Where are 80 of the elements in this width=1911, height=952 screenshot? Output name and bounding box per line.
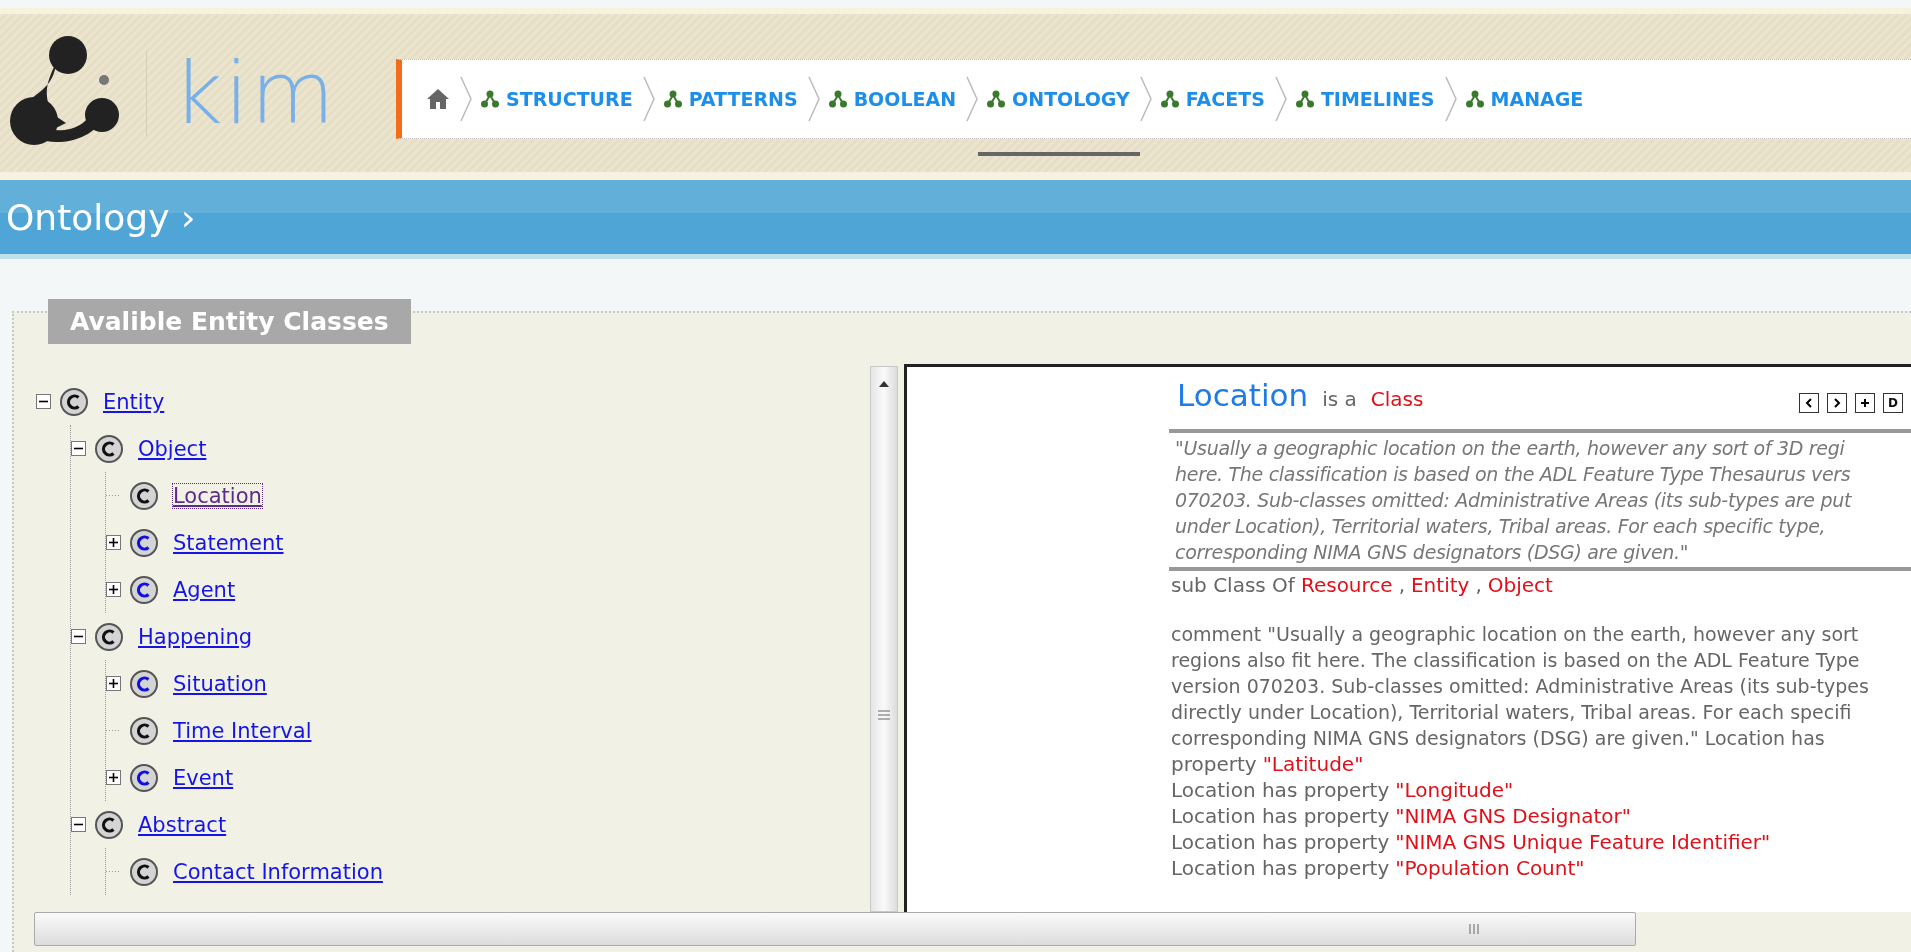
- chevron-icon: [642, 76, 655, 122]
- molecule-icon: [1294, 89, 1315, 109]
- next-button[interactable]: [1827, 393, 1847, 413]
- previous-button[interactable]: [1799, 393, 1819, 413]
- separator: ,: [1398, 572, 1405, 599]
- property-value: "NIMA GNS Designator": [1395, 803, 1631, 829]
- details-button[interactable]: D: [1883, 393, 1903, 413]
- class-link[interactable]: Location: [173, 483, 262, 508]
- property-label: Location has property: [1171, 777, 1390, 803]
- molecule-icon: [986, 89, 1007, 109]
- collapse-icon[interactable]: [36, 394, 51, 409]
- collapse-icon[interactable]: [71, 817, 86, 832]
- separator: ,: [1475, 572, 1482, 599]
- page-title: Ontology ›: [5, 196, 196, 238]
- collapse-icon[interactable]: [71, 441, 86, 456]
- plus-icon: [1860, 398, 1870, 408]
- right-chevron-icon: [1832, 398, 1842, 408]
- property-label: property: [1171, 751, 1257, 777]
- molecule-icon: [1159, 89, 1180, 109]
- logo-text: kim: [146, 50, 337, 136]
- description-line: "Usually a geographic location on the earth, however any sort of 3D regi: [1175, 436, 1846, 461]
- expand-icon[interactable]: [106, 535, 121, 550]
- description-line: under Location), Territorial waters, Tribal areas. For each specific type,: [1175, 514, 1827, 539]
- property-value: "Latitude": [1262, 751, 1364, 777]
- collapse-icon[interactable]: [71, 629, 86, 644]
- horizontal-scrollbar[interactable]: [34, 912, 1636, 946]
- grip-icon: [1468, 923, 1482, 935]
- chevron-icon: [1274, 76, 1287, 122]
- class-link[interactable]: Event: [173, 765, 234, 790]
- comment-line: version 070203. Sub-classes omitted: Administrative Areas (its sub-types: [1170, 674, 1870, 699]
- chevron-icon: [966, 76, 979, 122]
- property-label: Location has property: [1171, 803, 1390, 829]
- panel-title: Avalible Entity Classes: [48, 299, 411, 344]
- chevron-icon: [460, 76, 472, 122]
- is-a-label: is a: [1322, 387, 1357, 411]
- class-link[interactable]: Happening: [138, 624, 253, 649]
- description-line: here. The classification is based on the ADL Feature Type Thesaurus vers: [1175, 462, 1852, 487]
- class-link[interactable]: Agent: [173, 577, 236, 602]
- subclass-label: sub Class Of: [1171, 572, 1295, 599]
- tree-connector-icon: [106, 871, 121, 872]
- superclass-link[interactable]: Object: [1487, 571, 1553, 599]
- comment-line: comment "Usually a geographic location on the earth, however any sort: [1170, 622, 1860, 647]
- expand-icon[interactable]: [106, 770, 121, 785]
- home-icon: [426, 88, 450, 110]
- comment-line: corresponding NIMA GNS designators (DSG) are given." Location has: [1170, 726, 1826, 751]
- molecule-icon: [662, 89, 683, 109]
- property-value: "NIMA GNS Unique Feature Identifier": [1395, 829, 1771, 855]
- description-line: 070203. Sub-classes omitted: Administrative Areas (its sub-types are put: [1175, 488, 1853, 513]
- molecule-icon: [480, 89, 500, 109]
- class-link[interactable]: Abstract: [138, 812, 227, 837]
- class-link[interactable]: Time Interval: [173, 718, 312, 743]
- chevron-icon: [807, 76, 820, 122]
- scroll-up-icon[interactable]: [878, 379, 890, 389]
- left-chevron-icon: [1804, 398, 1814, 408]
- expand-icon[interactable]: [106, 582, 121, 597]
- vertical-scrollbar[interactable]: [870, 366, 898, 912]
- comment-line: regions also fit here. The classification is based on the ADL Feature Type: [1170, 648, 1861, 673]
- tree-connector-icon: [106, 495, 121, 496]
- molecule-icon: [1464, 89, 1485, 109]
- superclass-link[interactable]: Resource: [1300, 571, 1393, 599]
- superclass-link[interactable]: Entity: [1411, 571, 1470, 599]
- expand-icon[interactable]: [106, 676, 121, 691]
- class-type: Class: [1370, 387, 1424, 411]
- class-link[interactable]: Situation: [173, 671, 267, 696]
- class-name: Location: [1177, 377, 1309, 413]
- property-value: "Longitude": [1395, 777, 1514, 803]
- description-line: corresponding NIMA GNS designators (DSG) are given.": [1175, 540, 1690, 565]
- grip-icon: [877, 709, 891, 721]
- add-button[interactable]: [1855, 393, 1875, 413]
- property-label: Location has property: [1171, 855, 1390, 881]
- class-link[interactable]: Object: [138, 436, 207, 461]
- molecule-icon: [827, 89, 848, 109]
- property-label: Location has property: [1171, 829, 1390, 855]
- chevron-icon: [1444, 76, 1457, 122]
- property-value: "Population Count": [1395, 855, 1585, 881]
- comment-line: directly under Location), Territorial waters, Tribal areas. For each specifi: [1170, 700, 1853, 725]
- chevron-icon: [1139, 76, 1152, 122]
- class-link[interactable]: Contact Information: [173, 859, 383, 884]
- class-link[interactable]: Statement: [173, 530, 284, 555]
- class-link[interactable]: Entity: [103, 389, 165, 414]
